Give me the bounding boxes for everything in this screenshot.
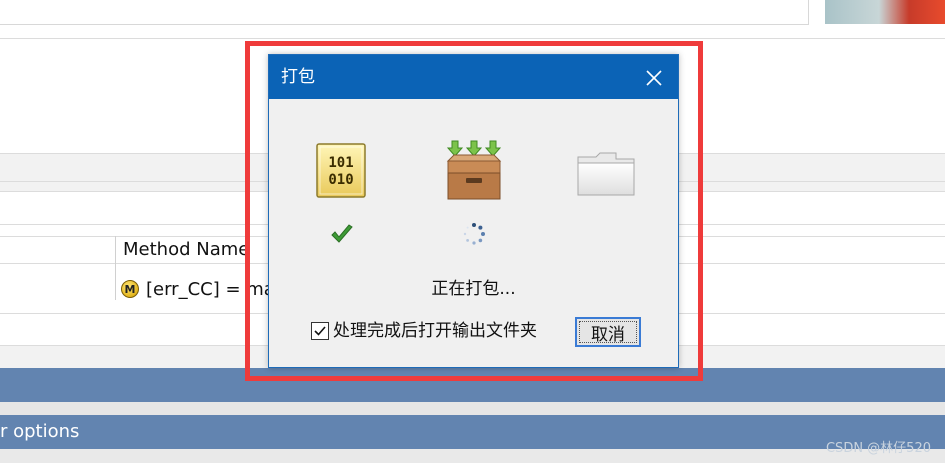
watermark: CSDN @林仔520: [825, 441, 931, 456]
method-name-column-header[interactable]: Method Name: [123, 238, 249, 262]
archive-box-icon: [445, 139, 503, 201]
divider: [0, 38, 945, 39]
top-right-thumbnail: [825, 0, 945, 24]
pack-dialog: 打包 101 010 正在打包... 处理完成后打开输出文件夹 取消: [268, 54, 679, 368]
binary-digits-top: 101: [328, 155, 353, 171]
dialog-title: 打包: [281, 67, 315, 87]
binary-file-icon: 101 010: [316, 143, 366, 198]
dialog-title-bar[interactable]: [269, 55, 678, 99]
folder-icon: [576, 151, 636, 197]
background-band: [0, 449, 945, 463]
background-band: [0, 402, 945, 415]
table-column-separator[interactable]: [115, 236, 116, 300]
loading-spinner-icon: [462, 222, 486, 246]
method-icon: M: [121, 280, 139, 298]
top-input-field[interactable]: [0, 0, 809, 25]
section-bar-options-label: r options: [0, 421, 80, 442]
cancel-button[interactable]: 取消: [575, 317, 641, 347]
binary-digits-bottom: 010: [328, 172, 353, 188]
checkmark-icon: [314, 326, 326, 336]
close-icon[interactable]: [643, 67, 665, 89]
section-bar-options[interactable]: [0, 415, 945, 449]
packing-status-text: 正在打包...: [431, 279, 516, 299]
open-folder-checkbox-label[interactable]: 处理完成后打开输出文件夹: [333, 319, 537, 343]
check-icon: [329, 223, 355, 245]
open-folder-checkbox[interactable]: [311, 322, 329, 340]
